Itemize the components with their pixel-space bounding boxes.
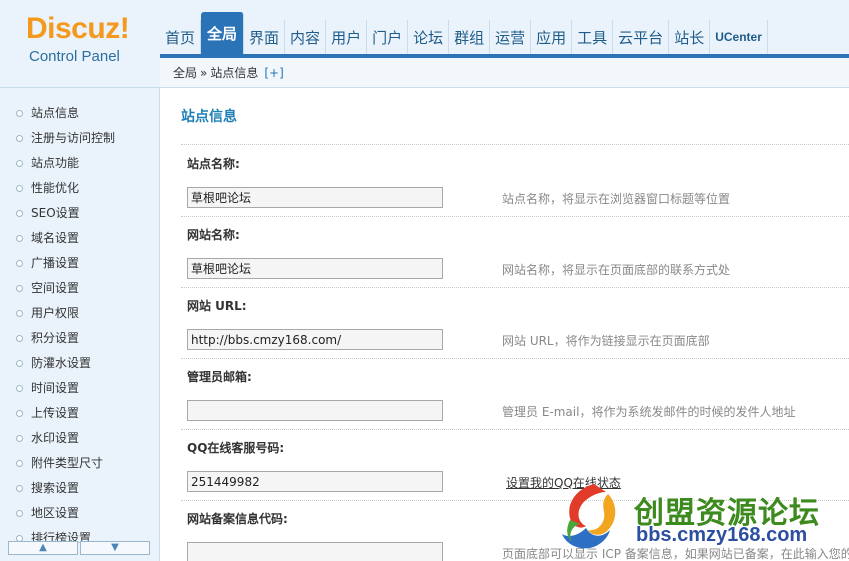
setting-website-name: 网站名称: 网站名称，将显示在页面底部的联系方式处 [181,216,849,288]
breadcrumb: 全局 » 站点信息 [+] [160,58,849,88]
sidebar-item-credits[interactable]: 积分设置 [0,326,159,351]
nav-forum[interactable]: 论坛 [408,20,450,54]
sidebar-item-register-access[interactable]: 注册与访问控制 [0,126,159,151]
sidebar-item-watermark[interactable]: 水印设置 [0,426,159,451]
sidebar-item-time[interactable]: 时间设置 [0,376,159,401]
site-name-input[interactable] [187,187,443,208]
sidebar-item-search[interactable]: 搜索设置 [0,476,159,501]
sidebar-item-upload[interactable]: 上传设置 [0,401,159,426]
nav-apps[interactable]: 应用 [531,20,573,54]
sidebar-item-broadcast[interactable]: 广播设置 [0,251,159,276]
arrow-down-icon: ▼ [111,542,119,553]
sidebar-item-space[interactable]: 空间设置 [0,276,159,301]
website-name-input[interactable] [187,258,443,279]
nav-home[interactable]: 首页 [160,20,202,54]
breadcrumb-section[interactable]: 全局 [173,64,197,81]
qq-number-input[interactable] [187,471,443,492]
breadcrumb-toggle[interactable]: [+] [264,66,283,80]
setting-label: 站点名称: [187,157,240,171]
setting-site-name: 站点名称: 站点名称，将显示在浏览器窗口标题等位置 [181,145,849,217]
page-title: 站点信息 [181,109,237,125]
nav-ucenter[interactable]: UCenter [710,20,768,54]
admin-email-input[interactable] [187,400,443,421]
scroll-down-button[interactable]: ▼ [80,541,150,555]
top-nav-bar: 首页 全局 界面 内容 用户 门户 论坛 群组 运营 应用 工具 云平台 站长 … [160,12,768,54]
scroll-up-button[interactable]: ▲ [8,541,78,555]
setting-label: 网站 URL: [187,299,247,313]
setting-description: 网站 URL，将作为链接显示在页面底部 [502,334,710,348]
sidebar-scroll-buttons: ▲ ▼ [8,541,150,555]
sidebar: 站点信息 注册与访问控制 站点功能 性能优化 SEO设置 域名设置 广播设置 空… [0,88,160,561]
watermark-url: bbs.cmzy168.com [636,524,808,546]
sidebar-item-seo[interactable]: SEO设置 [0,201,159,226]
sidebar-item-region[interactable]: 地区设置 [0,501,159,526]
sidebar-menu: 站点信息 注册与访问控制 站点功能 性能优化 SEO设置 域名设置 广播设置 空… [0,88,159,551]
nav-interface[interactable]: 界面 [244,20,286,54]
setting-label: 网站备案信息代码: [187,512,288,526]
sidebar-item-site-features[interactable]: 站点功能 [0,151,159,176]
nav-portal[interactable]: 门户 [367,20,409,54]
sidebar-item-domain[interactable]: 域名设置 [0,226,159,251]
nav-webmaster[interactable]: 站长 [669,20,711,54]
breadcrumb-page: 站点信息 [210,66,259,80]
sidebar-item-permissions[interactable]: 用户权限 [0,301,159,326]
setting-label: 管理员邮箱: [187,370,252,384]
watermark-logo-icon [562,484,616,549]
nav-operations[interactable]: 运营 [490,20,532,54]
breadcrumb-separator: » [200,65,208,80]
setting-label: 网站名称: [187,228,240,242]
logo-subtitle: Control Panel [29,48,120,65]
website-url-input[interactable] [187,329,443,350]
logo-brand: Discuz! [26,12,130,45]
sidebar-item-site-info[interactable]: 站点信息 [0,101,159,126]
setting-label: QQ在线客服号码: [187,441,285,455]
nav-global[interactable]: 全局 [201,12,245,54]
arrow-up-icon: ▲ [39,542,47,553]
setting-description: 网站名称，将显示在页面底部的联系方式处 [502,263,731,277]
logo: Discuz! Control Panel [0,0,160,88]
watermark: 创盟资源论坛 bbs.cmzy168.com [556,478,849,561]
setting-description: 站点名称，将显示在浏览器窗口标题等位置 [502,192,731,206]
top-nav: 首页 全局 界面 内容 用户 门户 论坛 群组 运营 应用 工具 云平台 站长 … [160,0,849,58]
nav-tools[interactable]: 工具 [572,20,614,54]
nav-groups[interactable]: 群组 [449,20,491,54]
sidebar-item-attachment-types[interactable]: 附件类型尺寸 [0,451,159,476]
setting-description: 管理员 E-mail，将作为系统发邮件的时候的发件人地址 [502,405,796,419]
setting-website-url: 网站 URL: 网站 URL，将作为链接显示在页面底部 [181,287,849,359]
icp-code-input[interactable] [187,542,443,561]
setting-admin-email: 管理员邮箱: 管理员 E-mail，将作为系统发邮件的时候的发件人地址 [181,358,849,430]
sidebar-item-antispam[interactable]: 防灌水设置 [0,351,159,376]
nav-content[interactable]: 内容 [285,20,327,54]
nav-users[interactable]: 用户 [326,20,368,54]
sidebar-item-performance[interactable]: 性能优化 [0,176,159,201]
nav-cloud[interactable]: 云平台 [613,20,670,54]
